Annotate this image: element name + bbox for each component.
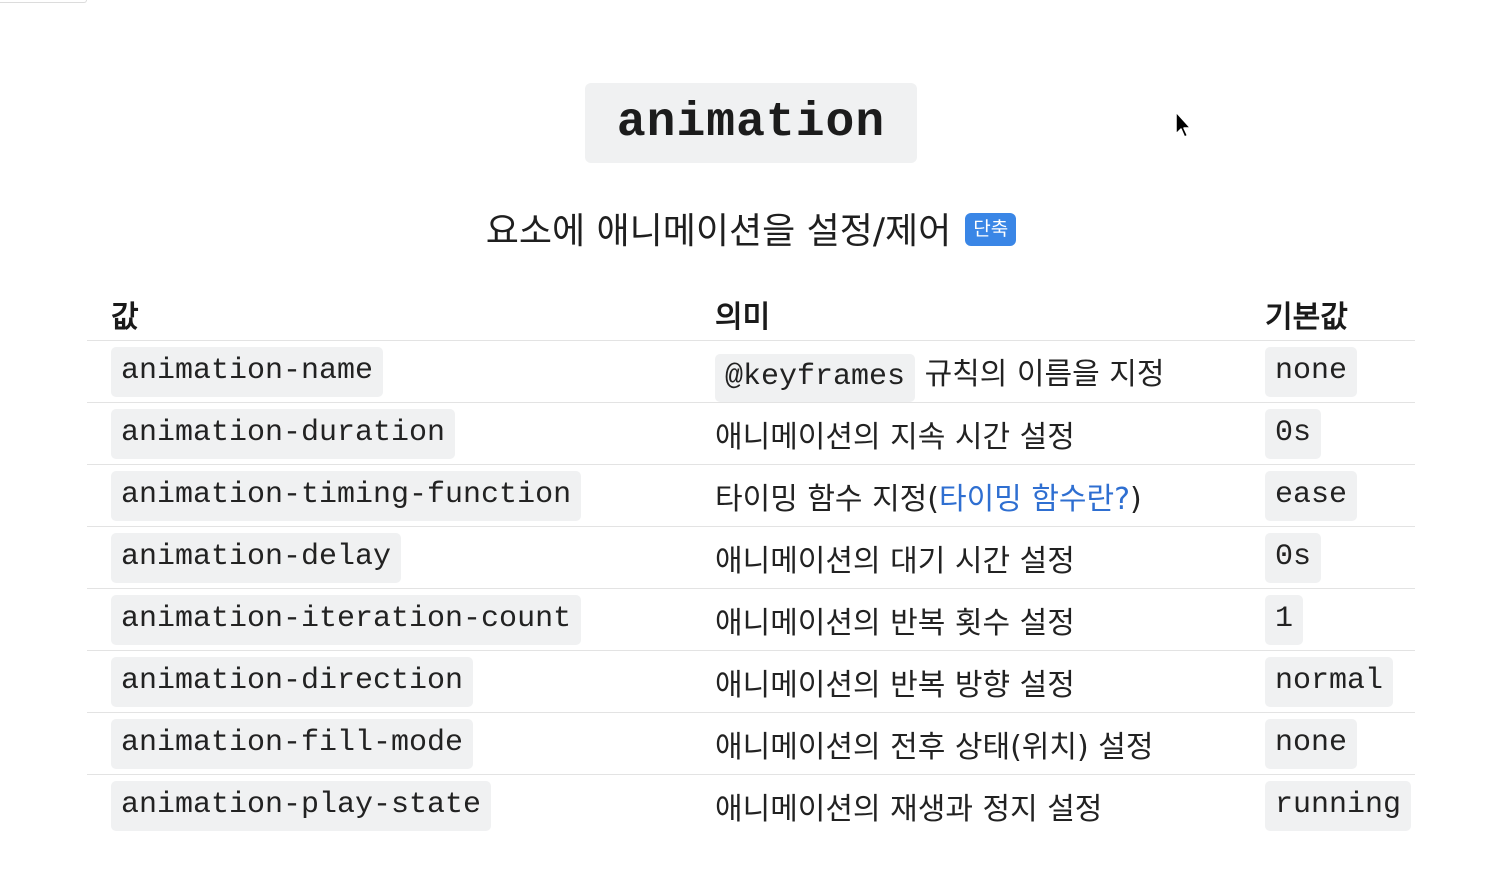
meaning-text: 타이밍 함수 지정(	[715, 481, 939, 517]
property-name: animation-fill-mode	[111, 718, 474, 769]
default-value: running	[1265, 780, 1412, 831]
keyframes-code: @keyframes	[715, 354, 916, 402]
table-row: animation-timing-function 타이밍 함수 지정(타이밍 …	[87, 464, 1415, 527]
meaning-text: 애니메이션의 재생과 정지 설정	[715, 791, 1103, 827]
meaning-suffix: )	[1130, 481, 1142, 517]
timing-function-link[interactable]: 타이밍 함수란?	[939, 482, 1130, 517]
property-name: animation-iteration-count	[111, 594, 582, 645]
property-name: animation-timing-function	[111, 470, 582, 521]
property-name: animation-name	[111, 346, 384, 397]
table-row: animation-iteration-count 애니메이션의 반복 횟수 설…	[87, 588, 1415, 651]
table-row: animation-fill-mode 애니메이션의 전후 상태(위치) 설정 …	[87, 712, 1415, 775]
table-row: animation-name @keyframes 규칙의 이름을 지정 non…	[87, 340, 1415, 403]
meaning-text: 애니메이션의 전후 상태(위치) 설정	[715, 729, 1154, 765]
default-value: 0s	[1265, 532, 1322, 583]
meaning-text: 애니메이션의 지속 시간 설정	[715, 419, 1075, 455]
mouse-pointer-icon	[1175, 111, 1192, 138]
property-name: animation-delay	[111, 532, 402, 583]
default-value: 1	[1265, 594, 1304, 645]
table-row: animation-delay 애니메이션의 대기 시간 설정 0s	[87, 526, 1415, 589]
meaning-text: 애니메이션의 반복 방향 설정	[715, 667, 1075, 703]
header-meaning: 의미	[715, 300, 771, 335]
subtitle-row: 요소에 애니메이션을 설정/제어 단축	[0, 198, 1502, 258]
default-value: none	[1265, 718, 1358, 769]
default-value: normal	[1265, 656, 1394, 707]
property-name: animation-duration	[111, 408, 456, 459]
animation-properties-table: 값 의미 기본값 animation-name @keyframes 규칙의 이…	[87, 288, 1415, 836]
page-title-box: animation	[585, 83, 917, 163]
table-header-row: 값 의미 기본값	[87, 288, 1415, 341]
default-value: ease	[1265, 470, 1358, 521]
header-default: 기본값	[1265, 300, 1348, 335]
meaning-text: 애니메이션의 대기 시간 설정	[715, 543, 1075, 579]
property-name: animation-play-state	[111, 780, 492, 831]
table-row: animation-direction 애니메이션의 반복 방향 설정 norm…	[87, 650, 1415, 713]
default-value: none	[1265, 346, 1358, 397]
page-title: animation	[616, 96, 886, 150]
table-row: animation-play-state 애니메이션의 재생과 정지 설정 ru…	[87, 774, 1415, 836]
shorthand-badge: 단축	[965, 212, 1017, 246]
subtitle: 요소에 애니메이션을 설정/제어	[485, 211, 952, 252]
default-value: 0s	[1265, 408, 1322, 459]
meaning-text: 규칙의 이름을 지정	[915, 357, 1165, 392]
top-tab-edge	[0, 0, 87, 3]
property-name: animation-direction	[111, 656, 474, 707]
meaning-text: 애니메이션의 반복 횟수 설정	[715, 605, 1075, 641]
header-value: 값	[111, 300, 139, 335]
table-row: animation-duration 애니메이션의 지속 시간 설정 0s	[87, 402, 1415, 465]
